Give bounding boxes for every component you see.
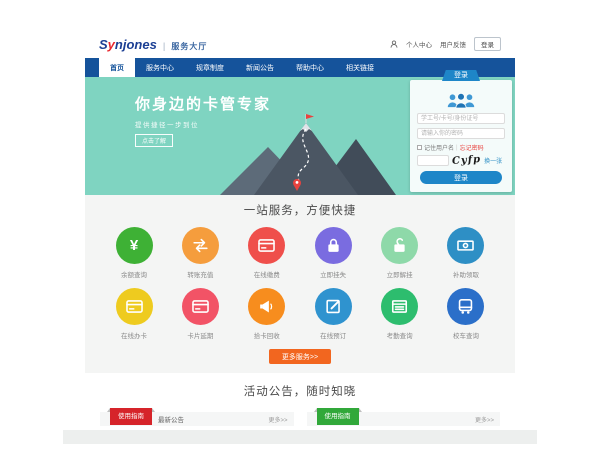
- topbar-right: 个人中心 用户反馈 登录: [390, 37, 501, 51]
- captcha-image[interactable]: Cyfp: [452, 154, 482, 167]
- usage-guide-ribbon[interactable]: 使用指南: [110, 408, 152, 425]
- hero-banner: 你身边的卡管专家 提供捷径一步到位 点击了解 登录: [85, 77, 515, 195]
- list-icon: [381, 288, 418, 325]
- service-item-lost-card-recycle[interactable]: 拾卡回收: [244, 288, 290, 340]
- services-section: 一站服务，方便快捷 ¥ 余额查询 转账充值 在线缴费: [85, 195, 515, 373]
- bus-icon: [447, 288, 484, 325]
- megaphone-icon: [248, 288, 285, 325]
- topbar-link-personal-center[interactable]: 个人中心: [406, 39, 432, 49]
- service-item-online-payment[interactable]: 在线缴费: [244, 227, 290, 279]
- login-tab[interactable]: 登录: [442, 70, 480, 81]
- service-item-subsidy[interactable]: 补助领取: [443, 227, 489, 279]
- more-services-button[interactable]: 更多服务>>: [269, 349, 331, 364]
- captcha-row: Cyfp 换一张: [417, 155, 505, 166]
- announcement-panel-right: 使用指南 更多>>: [307, 412, 501, 426]
- panel-left-header: 使用指南 最新公告 更多>>: [100, 412, 294, 426]
- login-submit-button[interactable]: 登录: [420, 171, 502, 184]
- topbar: Synjones | 服务大厅 个人中心 用户反馈 登录: [85, 30, 515, 58]
- services-row-2: 在线办卡 卡片延期 拾卡回收 在线预订: [85, 288, 515, 340]
- bottom-band: [63, 430, 537, 444]
- services-row-1: ¥ 余额查询 转账充值 在线缴费 立即挂失: [85, 227, 515, 279]
- users-group-icon: [442, 92, 480, 109]
- yen-icon: ¥: [116, 227, 153, 264]
- service-item-report-loss[interactable]: 立即挂失: [310, 227, 356, 279]
- announcement-panel-left: 使用指南 最新公告 更多>>: [100, 412, 294, 426]
- card-icon: [116, 288, 153, 325]
- hero-cta-button[interactable]: 点击了解: [135, 134, 173, 147]
- remember-label: 记住用户名: [424, 143, 454, 152]
- card-icon: [248, 227, 285, 264]
- username-input[interactable]: [417, 113, 505, 124]
- topbar-login-button[interactable]: 登录: [474, 37, 501, 51]
- announcements-section: 活动公告，随时知晓 使用指南 最新公告 更多>> 使用指南 更多>>: [85, 373, 515, 444]
- services-section-title: 一站服务，方便快捷: [85, 202, 515, 218]
- remember-row: 记住用户名 | 忘记密码: [417, 143, 505, 152]
- hero-title: 你身边的卡管专家: [135, 93, 271, 114]
- forgot-password-link[interactable]: 忘记密码: [460, 143, 484, 152]
- user-icon: [390, 40, 398, 48]
- service-item-attendance[interactable]: 考勤查询: [377, 288, 423, 340]
- change-captcha-link[interactable]: 换一张: [484, 156, 502, 165]
- more-link-right[interactable]: 更多>>: [475, 415, 494, 424]
- hero-subtitle: 提供捷径一步到位: [135, 119, 271, 129]
- site-name: 服务大厅: [171, 41, 207, 52]
- transfer-icon: [182, 227, 219, 264]
- brand-logo[interactable]: Synjones | 服务大厅: [99, 37, 207, 52]
- password-input[interactable]: [417, 128, 505, 139]
- site-page: Synjones | 服务大厅 个人中心 用户反馈 登录 首页 服务中心 规章制…: [85, 30, 515, 444]
- hero-text: 你身边的卡管专家 提供捷径一步到位 点击了解: [135, 93, 271, 148]
- service-item-card-renewal[interactable]: 卡片延期: [177, 288, 223, 340]
- more-link-left[interactable]: 更多>>: [268, 415, 287, 424]
- service-item-unfreeze[interactable]: 立即解挂: [377, 227, 423, 279]
- latest-announcements-tab[interactable]: 最新公告: [158, 414, 184, 424]
- remember-checkbox[interactable]: [417, 145, 422, 150]
- brand-divider: |: [163, 41, 166, 51]
- usage-guide-ribbon[interactable]: 使用指南: [317, 408, 359, 425]
- panel-right-header: 使用指南 更多>>: [307, 412, 501, 426]
- service-item-balance[interactable]: ¥ 余额查询: [111, 227, 157, 279]
- banknote-icon: [447, 227, 484, 264]
- nav-item-regulations[interactable]: 规章制度: [185, 58, 235, 77]
- logo-text-prefix: S: [99, 37, 108, 52]
- nav-item-service-center[interactable]: 服务中心: [135, 58, 185, 77]
- nav-item-links[interactable]: 相关链接: [335, 58, 385, 77]
- service-item-apply-card[interactable]: 在线办卡: [111, 288, 157, 340]
- nav-item-news[interactable]: 新闻公告: [235, 58, 285, 77]
- nav-item-home[interactable]: 首页: [99, 58, 135, 77]
- logo-text-suffix: njones: [115, 37, 157, 52]
- nav-item-help-center[interactable]: 帮助中心: [285, 58, 335, 77]
- card-icon: [182, 288, 219, 325]
- captcha-input[interactable]: [417, 155, 449, 166]
- unlock-icon: [381, 227, 418, 264]
- service-item-transfer[interactable]: 转账充值: [177, 227, 223, 279]
- service-item-school-bus[interactable]: 校车查询: [443, 288, 489, 340]
- lock-icon: [315, 227, 352, 264]
- service-item-online-booking[interactable]: 在线预订: [310, 288, 356, 340]
- announcements-title: 活动公告，随时知晓: [85, 383, 515, 399]
- edit-icon: [315, 288, 352, 325]
- logo-accent-letter: y: [108, 37, 115, 52]
- announcement-panels: 使用指南 最新公告 更多>> 使用指南 更多>>: [85, 412, 515, 426]
- login-panel: 登录 记住用户名 | 忘记密码 Cyfp 换一张 登: [410, 80, 512, 192]
- remember-separator: |: [456, 145, 458, 151]
- topbar-link-user-feedback[interactable]: 用户反馈: [440, 39, 466, 49]
